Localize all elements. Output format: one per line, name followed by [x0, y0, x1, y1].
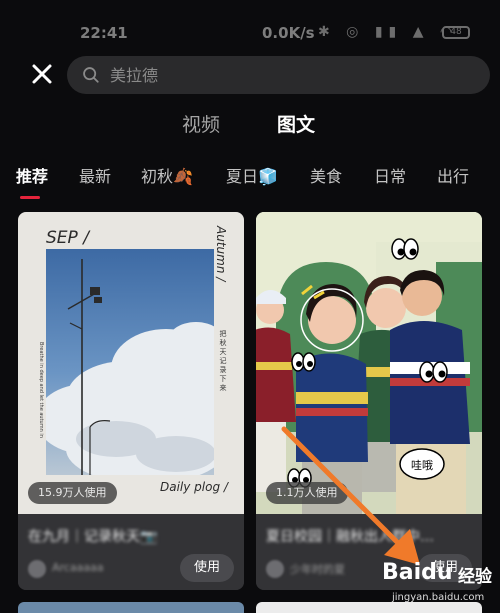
status-icons: ✱ ◎ ▮▮ ▲ ◠	[318, 24, 459, 40]
usage-count-badge: 15.9万人使用	[28, 482, 117, 504]
poster-vertical-text: 把秋天记录下来	[219, 330, 227, 393]
avatar	[28, 560, 46, 578]
tab-travel[interactable]: 出行	[437, 163, 469, 187]
poster-sep-text: SEP /	[46, 228, 89, 248]
usage-count-badge: 1.1万人使用	[266, 482, 348, 504]
avatar	[266, 560, 284, 578]
students-photo: 哇哦	[256, 212, 482, 514]
search-input[interactable]	[110, 65, 410, 85]
card-footer: 在九月｜记录秋天📷 Arcaaaaa 使用	[18, 514, 244, 590]
template-card[interactable]: 哇哦 1.1万人使用 夏日校园｜融秋出人群中… 少年时的夏 使用	[256, 212, 482, 590]
network-speed: 0.0K/s	[262, 24, 315, 42]
status-bar: 22:41 0.0K/s ✱ ◎ ▮▮ ▲ ◠ 48	[0, 0, 500, 44]
poster-daily-text: Daily plog /	[160, 480, 228, 494]
status-time: 22:41	[80, 24, 128, 42]
tab-image-text[interactable]: 图文	[277, 110, 315, 137]
close-button[interactable]	[30, 62, 54, 86]
autumn-poster: SEP / Autumn / 把秋天记录下来 Breathe in deep a…	[18, 212, 244, 514]
poster-small-text: Breathe in deep and let the autumn in	[38, 342, 44, 438]
tab-early-autumn[interactable]: 初秋🍂	[141, 163, 193, 187]
speech-sticker: 哇哦	[399, 448, 445, 480]
tab-recommended[interactable]: 推荐	[16, 163, 48, 187]
watermark-brand: Baidu	[382, 560, 453, 585]
watermark-url: jingyan.baidu.com	[392, 592, 485, 603]
card-title: 夏日校园｜融秋出人群中…	[266, 529, 434, 545]
watermark-suffix: 经验	[458, 567, 492, 587]
battery-icon: 48	[442, 26, 470, 39]
category-tabs: 推荐 最新 初秋🍂 夏日🧊 美食 日常 出行	[0, 163, 500, 203]
next-card-peek[interactable]	[18, 602, 244, 613]
use-template-button[interactable]: 使用	[180, 554, 234, 582]
search-bar[interactable]	[67, 56, 490, 94]
author-name: Arcaaaaa	[52, 561, 104, 574]
tab-video[interactable]: 视频	[182, 110, 220, 137]
tab-latest[interactable]: 最新	[79, 163, 111, 187]
tab-food[interactable]: 美食	[310, 163, 342, 187]
poster-autumn-text: Autumn /	[214, 226, 228, 282]
card-cover[interactable]: 哇哦 1.1万人使用	[256, 212, 482, 514]
svg-text:哇哦: 哇哦	[411, 459, 433, 472]
author-name: 少年时的夏	[290, 563, 345, 576]
template-card[interactable]: SEP / Autumn / 把秋天记录下来 Breathe in deep a…	[18, 212, 244, 590]
active-tab-indicator	[20, 196, 40, 199]
sky-photo	[46, 249, 214, 475]
content-type-tabs: 视频 图文	[0, 110, 500, 142]
search-icon	[83, 67, 99, 83]
card-title: 在九月｜记录秋天📷	[28, 529, 158, 545]
close-icon	[32, 64, 52, 84]
tab-summer[interactable]: 夏日🧊	[226, 163, 278, 187]
card-cover[interactable]: SEP / Autumn / 把秋天记录下来 Breathe in deep a…	[18, 212, 244, 514]
baidu-watermark: Baidu 经验 jingyan.baidu.com	[382, 560, 500, 613]
tab-daily[interactable]: 日常	[374, 163, 406, 187]
